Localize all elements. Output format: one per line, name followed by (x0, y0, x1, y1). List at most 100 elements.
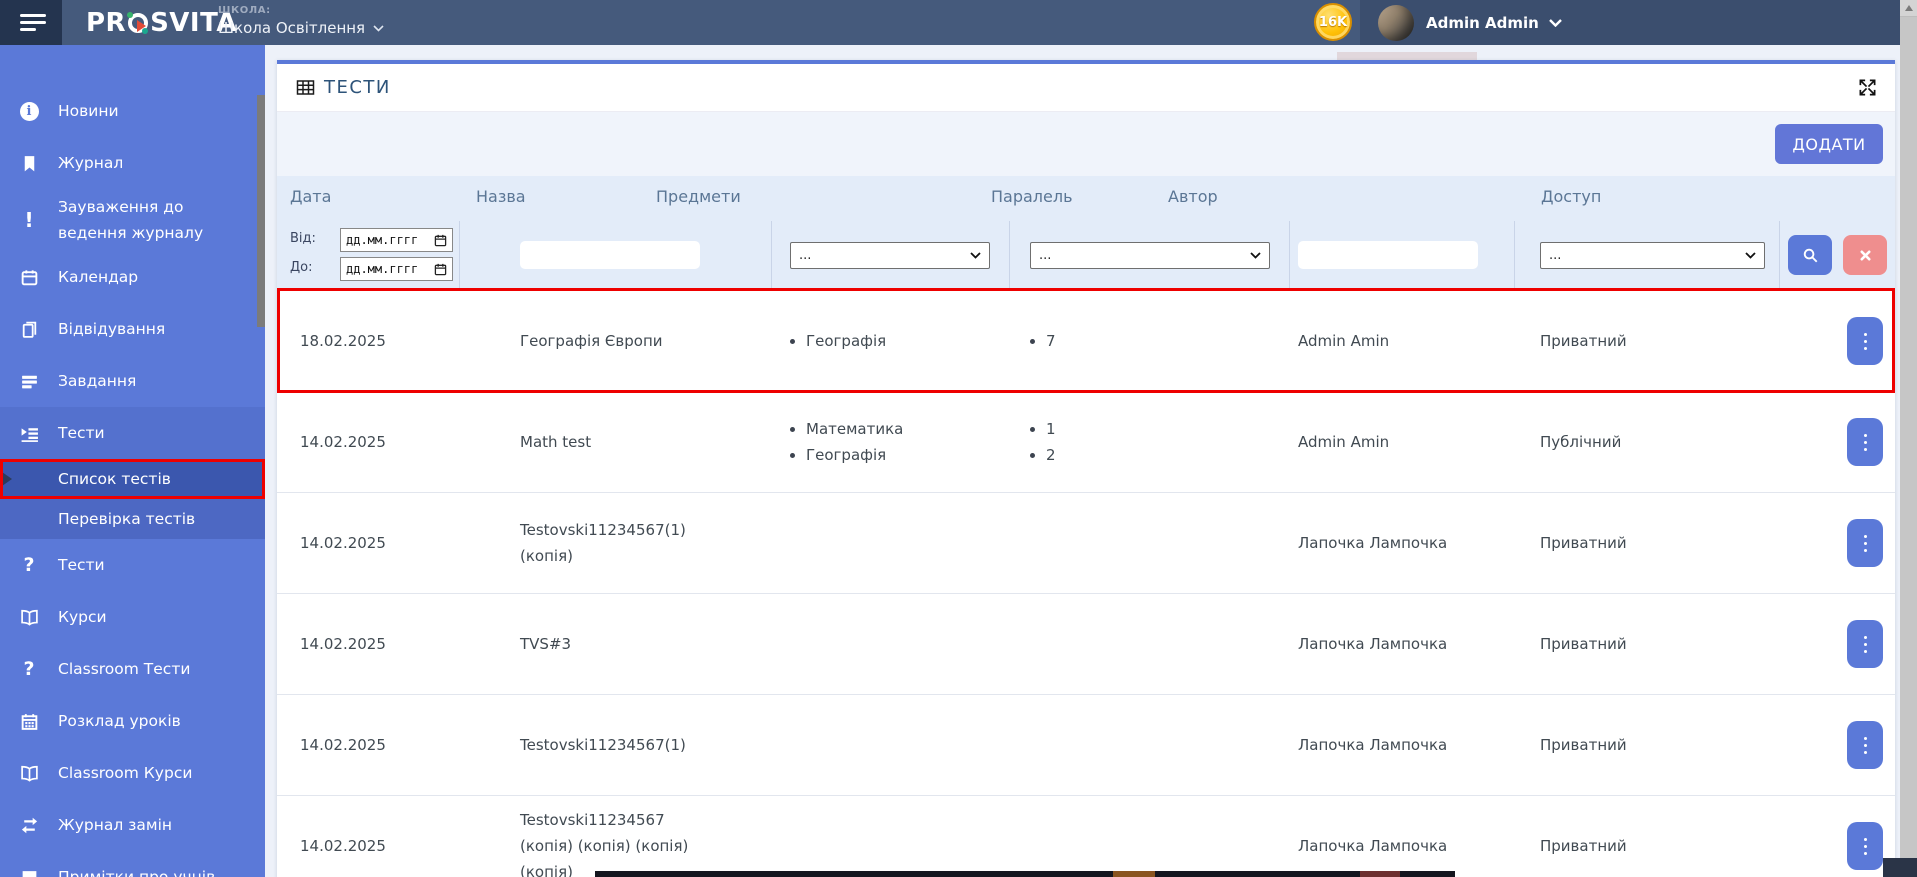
scrollbar-corner (1883, 858, 1917, 877)
row-menu-button[interactable] (1847, 822, 1883, 870)
school-name: Школа Освітлення (218, 19, 365, 37)
panel-header: ТЕСТИ (277, 64, 1895, 112)
row-access: Приватний (1515, 594, 1780, 694)
parallel-filter-cell: ... (1010, 221, 1290, 291)
sidebar-item-14[interactable]: Журнал замін (0, 799, 265, 851)
sidebar-item-9[interactable]: ?Тести (0, 539, 265, 591)
row-parallels (1010, 695, 1290, 795)
scroll-up-button[interactable] (1900, 0, 1917, 17)
search-button[interactable] (1788, 235, 1832, 275)
sidebar-item-2[interactable]: !Зауваження до ведення журналу (0, 189, 265, 251)
sidebar-item-4[interactable]: Відвідування (0, 303, 265, 355)
access-filter-cell: ... (1515, 221, 1780, 291)
select-placeholder: ... (1549, 248, 1561, 263)
chevron-down-icon (970, 252, 981, 259)
sidebar-item-5[interactable]: Завдання (0, 355, 265, 407)
subjects-filter-select[interactable]: ... (790, 242, 990, 269)
select-placeholder: ... (799, 248, 811, 263)
tests-list-icon (0, 424, 58, 443)
parallel-filter-select[interactable]: ... (1030, 242, 1270, 269)
row-parallels (1010, 493, 1290, 593)
page-scrollbar[interactable] (1900, 0, 1917, 877)
subject-item: Географія (790, 442, 903, 468)
school-select[interactable]: Школа Освітлення (218, 19, 384, 37)
exclamation-icon: ! (0, 208, 58, 232)
sidebar-item-12[interactable]: Розклад уроків (0, 695, 265, 747)
clear-filters-button[interactable] (1843, 235, 1887, 275)
panel-toolbar: ДОДАТИ (277, 112, 1895, 176)
name-filter-cell (460, 221, 772, 291)
filter-actions-cell (1780, 221, 1895, 291)
note-icon (0, 868, 58, 877)
schedule-calendar-icon (0, 712, 58, 731)
column-header-1: Назва (476, 187, 526, 206)
date-from-input[interactable]: дд.мм.гггг (340, 228, 453, 252)
content-area: ТЕСТИ ДОДАТИ ДатаНазваПредметиПаралельАв… (265, 45, 1900, 877)
column-header-0: Дата (290, 187, 331, 206)
row-date: 14.02.2025 (277, 796, 460, 877)
search-icon (1802, 247, 1819, 264)
row-author: Лапочка Лампочка (1290, 493, 1515, 593)
row-name: TVS#3 (460, 594, 772, 694)
sidebar-item-label: Журнал замін (58, 812, 251, 838)
column-header-2: Предмети (656, 187, 741, 206)
taskbar-sliver (595, 871, 1455, 877)
row-menu-button[interactable] (1847, 519, 1883, 567)
user-menu[interactable]: Admin Admin (1360, 0, 1900, 45)
row-date: 14.02.2025 (277, 594, 460, 694)
book-icon (0, 608, 58, 627)
menu-toggle-button[interactable] (0, 0, 62, 45)
sidebar-item-label: Зауваження до ведення журналу (58, 194, 251, 246)
row-author: Лапочка Лампочка (1290, 695, 1515, 795)
row-access: Приватний (1515, 291, 1780, 391)
row-parallels (1010, 796, 1290, 877)
date-to-input[interactable]: дд.мм.гггг (340, 257, 453, 281)
sidebar-item-6[interactable]: Тести (0, 407, 265, 459)
row-menu-button[interactable] (1847, 620, 1883, 668)
sidebar-item-10[interactable]: Курси (0, 591, 265, 643)
row-name: Testovski11234567(1) (копія) (460, 493, 772, 593)
sidebar-item-7[interactable]: Список тестів (0, 459, 265, 499)
question-mark-icon: ? (0, 554, 58, 576)
coins-badge[interactable]: 16K (1314, 3, 1352, 41)
row-menu-button[interactable] (1847, 317, 1883, 365)
row-author: Admin Amin (1290, 392, 1515, 492)
column-header-3: Паралель (991, 187, 1073, 206)
calendar-icon (0, 268, 58, 287)
school-switcher: ШКОЛА: Школа Освітлення (218, 5, 384, 37)
select-placeholder: ... (1039, 248, 1051, 263)
row-name: Math test (460, 392, 772, 492)
expand-panel-button[interactable] (1856, 76, 1879, 99)
row-actions (1780, 392, 1895, 492)
app-logo: PR SVITA (86, 0, 237, 45)
sidebar-item-8[interactable]: Перевірка тестів (0, 499, 265, 539)
swap-arrows-icon (0, 816, 58, 835)
row-subjects: МатематикаГеографія (772, 392, 1010, 492)
active-item-marker (2, 472, 12, 486)
sidebar-item-3[interactable]: Календар (0, 251, 265, 303)
chevron-down-icon (1745, 252, 1756, 259)
row-date: 14.02.2025 (277, 695, 460, 795)
name-filter-input[interactable] (520, 241, 700, 269)
table-row: 14.02.2025Testovski11234567 (копія) (коп… (277, 796, 1895, 877)
sidebar: iНовиниЖурнал!Зауваження до ведення журн… (0, 45, 265, 877)
row-access: Приватний (1515, 695, 1780, 795)
sidebar-item-11[interactable]: ?Classroom Тести (0, 643, 265, 695)
sidebar-item-1[interactable]: Журнал (0, 137, 265, 189)
row-menu-button[interactable] (1847, 721, 1883, 769)
sidebar-item-0[interactable]: iНовини (0, 85, 265, 137)
panel-title: ТЕСТИ (324, 77, 391, 98)
subject-item: Математика (790, 416, 903, 442)
row-subjects (772, 796, 1010, 877)
access-filter-select[interactable]: ... (1540, 242, 1765, 269)
info-circle-icon: i (0, 102, 58, 121)
sidebar-item-15[interactable]: Примітки про учнів (0, 851, 265, 877)
sidebar-item-13[interactable]: Classroom Курси (0, 747, 265, 799)
row-menu-button[interactable] (1847, 418, 1883, 466)
sidebar-scrollbar-thumb[interactable] (257, 95, 265, 327)
calendar-icon (434, 234, 447, 247)
author-filter-input[interactable] (1298, 241, 1478, 269)
close-icon (1859, 249, 1872, 262)
user-name: Admin Admin (1426, 14, 1539, 32)
add-test-button[interactable]: ДОДАТИ (1775, 124, 1883, 164)
